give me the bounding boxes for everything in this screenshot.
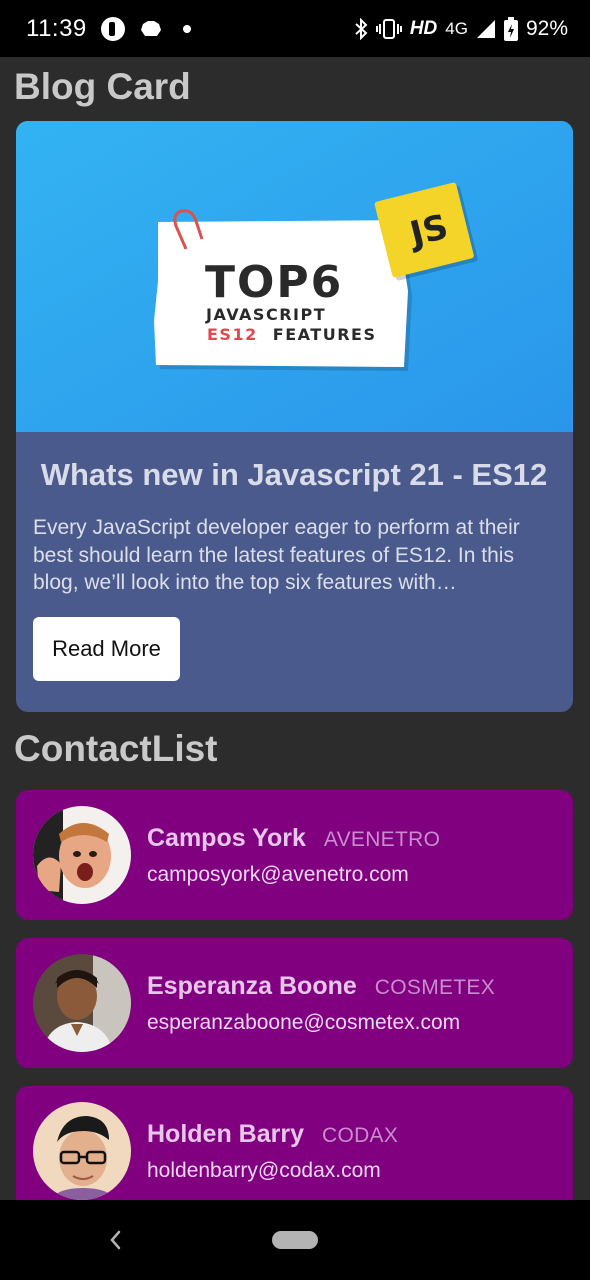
network-gen-indicator: 4G [445, 18, 468, 38]
back-icon[interactable] [104, 1226, 126, 1254]
contact-email[interactable]: holdenbarry@codax.com [147, 1159, 398, 1183]
blog-card-title: Whats new in Javascript 21 - ES12 [40, 457, 548, 492]
contact-name: Holden Barry [147, 1119, 304, 1148]
blog-section-heading: Blog Card [14, 66, 191, 107]
blog-cover-title-text: TOP6 [205, 257, 343, 308]
contact-section-heading: ContactList [14, 728, 218, 769]
battery-icon [503, 16, 518, 41]
blog-card-description: Every JavaScript developer eager to perf… [33, 516, 520, 594]
blog-cover-image: JS TOP6 JAVASCRIPT ES12 FEATURES [16, 121, 573, 432]
more-notifications-dot-icon [182, 24, 191, 33]
bluetooth-icon [355, 17, 368, 40]
status-right: HD 4G 92% [354, 16, 568, 41]
contact-name: Esperanza Boone [147, 971, 357, 1000]
blog-cover-accent-text: ES12 [207, 325, 258, 344]
app-notification-icon [100, 16, 125, 41]
contact-card[interactable]: Holden Barry CODAX holdenbarry@codax.com [16, 1086, 573, 1216]
contact-card[interactable]: Campos York AVENETRO camposyork@avenetro… [16, 790, 573, 920]
hd-indicator: HD [409, 17, 438, 39]
home-pill-button[interactable] [272, 1231, 318, 1249]
status-time: 11:39 [26, 14, 87, 42]
blog-cover-illustration: JS TOP6 JAVASCRIPT ES12 FEATURES [16, 121, 573, 432]
read-more-button[interactable]: Read More [33, 617, 180, 681]
battery-percent: 92% [525, 16, 568, 40]
avatar [33, 1102, 131, 1200]
blog-cover-rest-text: FEATURES [273, 325, 377, 344]
avatar [33, 954, 131, 1052]
contact-header: Esperanza Boone COSMETEX [147, 972, 495, 1001]
blog-cover-line1-text: JAVASCRIPT [205, 305, 326, 324]
svg-text:ES12 FEATURES: ES12 FEATURES [207, 325, 376, 344]
bug-notification-icon [140, 20, 161, 36]
contact-header: Holden Barry CODAX [147, 1120, 398, 1149]
contact-name: Campos York [147, 823, 306, 852]
blog-card-body: Whats new in Javascript 21 - ES12 Every … [16, 432, 573, 681]
contact-info: Campos York AVENETRO camposyork@avenetro… [147, 824, 440, 887]
contact-company: AVENETRO [323, 827, 441, 851]
contact-company: CODAX [321, 1123, 399, 1147]
avatar [33, 806, 131, 904]
signal-icon [476, 19, 495, 38]
contact-company: COSMETEX [374, 975, 496, 999]
contact-info: Holden Barry CODAX holdenbarry@codax.com [147, 1120, 398, 1183]
blog-card: JS TOP6 JAVASCRIPT ES12 FEATURES Whats n… [16, 121, 573, 712]
contact-header: Campos York AVENETRO [147, 824, 440, 853]
contact-email[interactable]: camposyork@avenetro.com [147, 863, 440, 887]
contact-email[interactable]: esperanzaboone@cosmetex.com [147, 1011, 495, 1035]
status-bar: 11:39 HD 4G 92% [0, 0, 590, 57]
status-left: 11:39 [26, 15, 191, 43]
contact-card[interactable]: Esperanza Boone COSMETEX esperanzaboone@… [16, 938, 573, 1068]
contact-info: Esperanza Boone COSMETEX esperanzaboone@… [147, 972, 495, 1035]
vibrate-icon [375, 18, 402, 39]
system-nav-bar [0, 1200, 590, 1280]
